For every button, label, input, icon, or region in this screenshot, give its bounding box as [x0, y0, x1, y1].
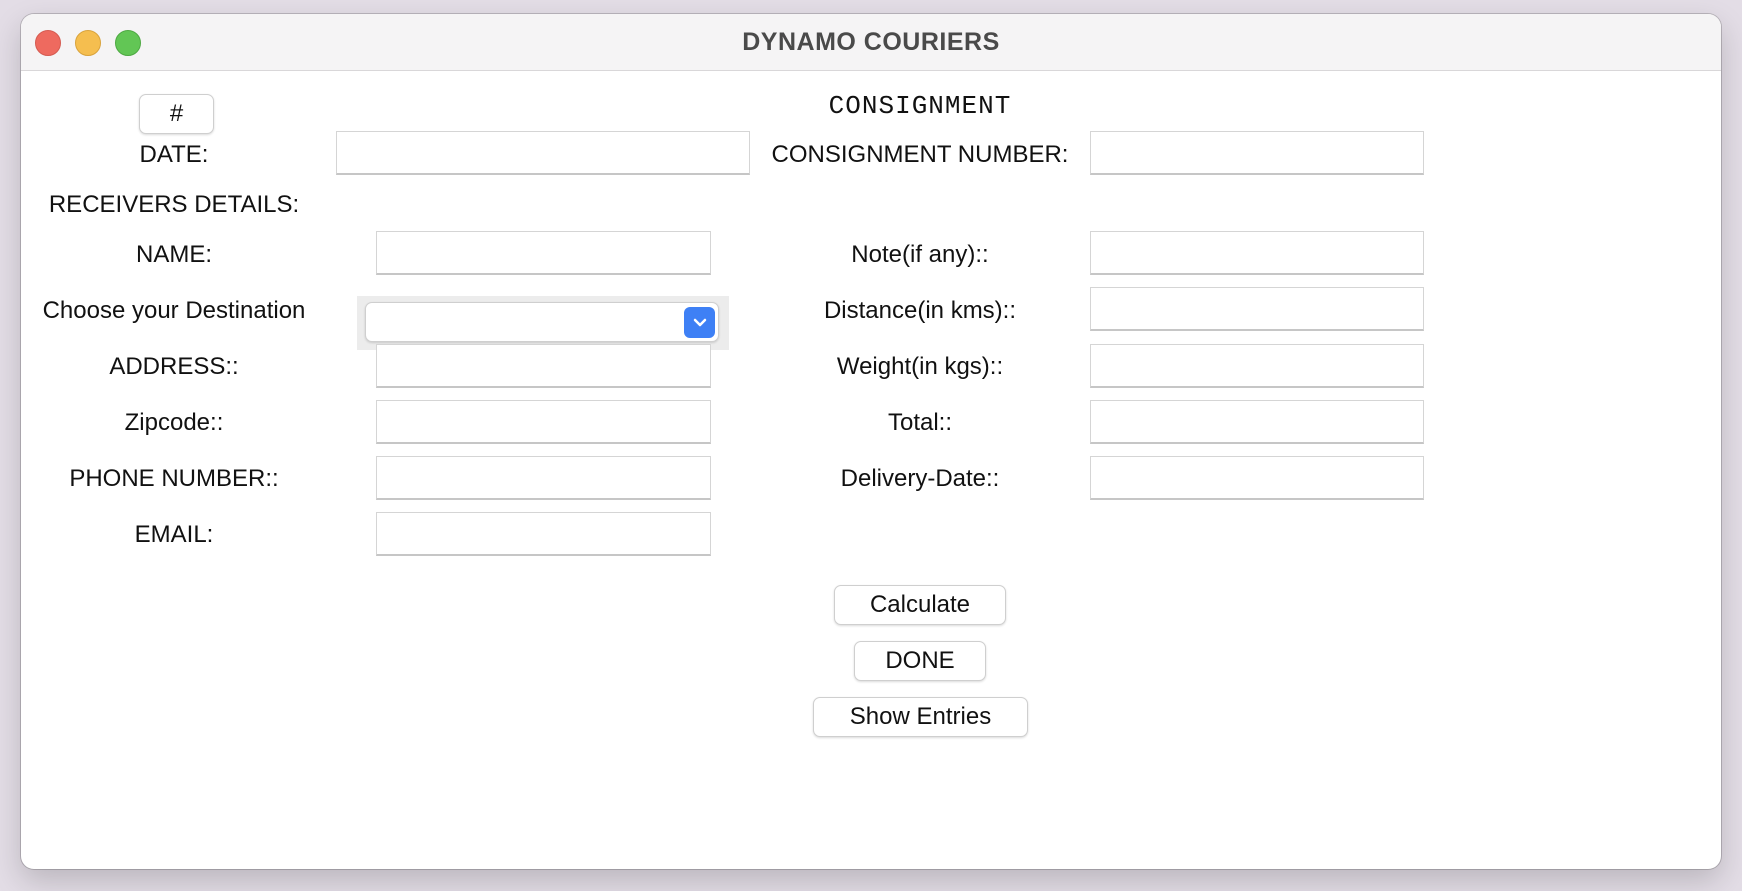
address-field[interactable]: [376, 344, 711, 388]
form-heading: CONSIGNMENT: [828, 91, 1012, 121]
zipcode-label: Zipcode::: [124, 409, 224, 436]
destination-label: Choose your Destination: [42, 297, 306, 324]
consignment-form: # CONSIGNMENT DATE: CONSIGNMENT NUMBER: …: [21, 71, 1721, 869]
chevron-down-icon[interactable]: [684, 307, 715, 338]
phone-number-field[interactable]: [376, 456, 711, 500]
phone-number-label: PHONE NUMBER::: [69, 465, 279, 492]
email-label: EMAIL:: [134, 521, 214, 548]
weight-field[interactable]: [1090, 344, 1424, 388]
app-window: DYNAMO COURIERS # CONSIGNMENT DATE: CONS…: [21, 14, 1721, 869]
title-bar: DYNAMO COURIERS: [21, 14, 1721, 71]
distance-field[interactable]: [1090, 287, 1424, 331]
distance-label: Distance(in kms)::: [823, 297, 1017, 324]
receivers-details-label: RECEIVERS DETAILS:: [48, 191, 300, 218]
name-field[interactable]: [376, 231, 711, 275]
delivery-date-field[interactable]: [1090, 456, 1424, 500]
address-label: ADDRESS::: [109, 353, 239, 380]
hash-button[interactable]: #: [139, 94, 214, 134]
consignment-number-label: CONSIGNMENT NUMBER:: [771, 141, 1069, 168]
note-label: Note(if any)::: [851, 241, 989, 268]
total-label: Total::: [887, 409, 953, 436]
show-entries-button[interactable]: Show Entries: [813, 697, 1028, 737]
name-label: NAME:: [135, 241, 213, 268]
date-label: DATE:: [139, 141, 209, 168]
weight-label: Weight(in kgs)::: [836, 353, 1004, 380]
destination-select-frame: [357, 296, 729, 350]
destination-select[interactable]: [365, 302, 719, 342]
done-button[interactable]: DONE: [854, 641, 986, 681]
email-field[interactable]: [376, 512, 711, 556]
window-title: DYNAMO COURIERS: [742, 28, 1000, 56]
delivery-date-label: Delivery-Date::: [840, 465, 1000, 492]
zipcode-field[interactable]: [376, 400, 711, 444]
date-field[interactable]: [336, 131, 750, 175]
total-field[interactable]: [1090, 400, 1424, 444]
consignment-number-field[interactable]: [1090, 131, 1424, 175]
calculate-button[interactable]: Calculate: [834, 585, 1006, 625]
note-field[interactable]: [1090, 231, 1424, 275]
